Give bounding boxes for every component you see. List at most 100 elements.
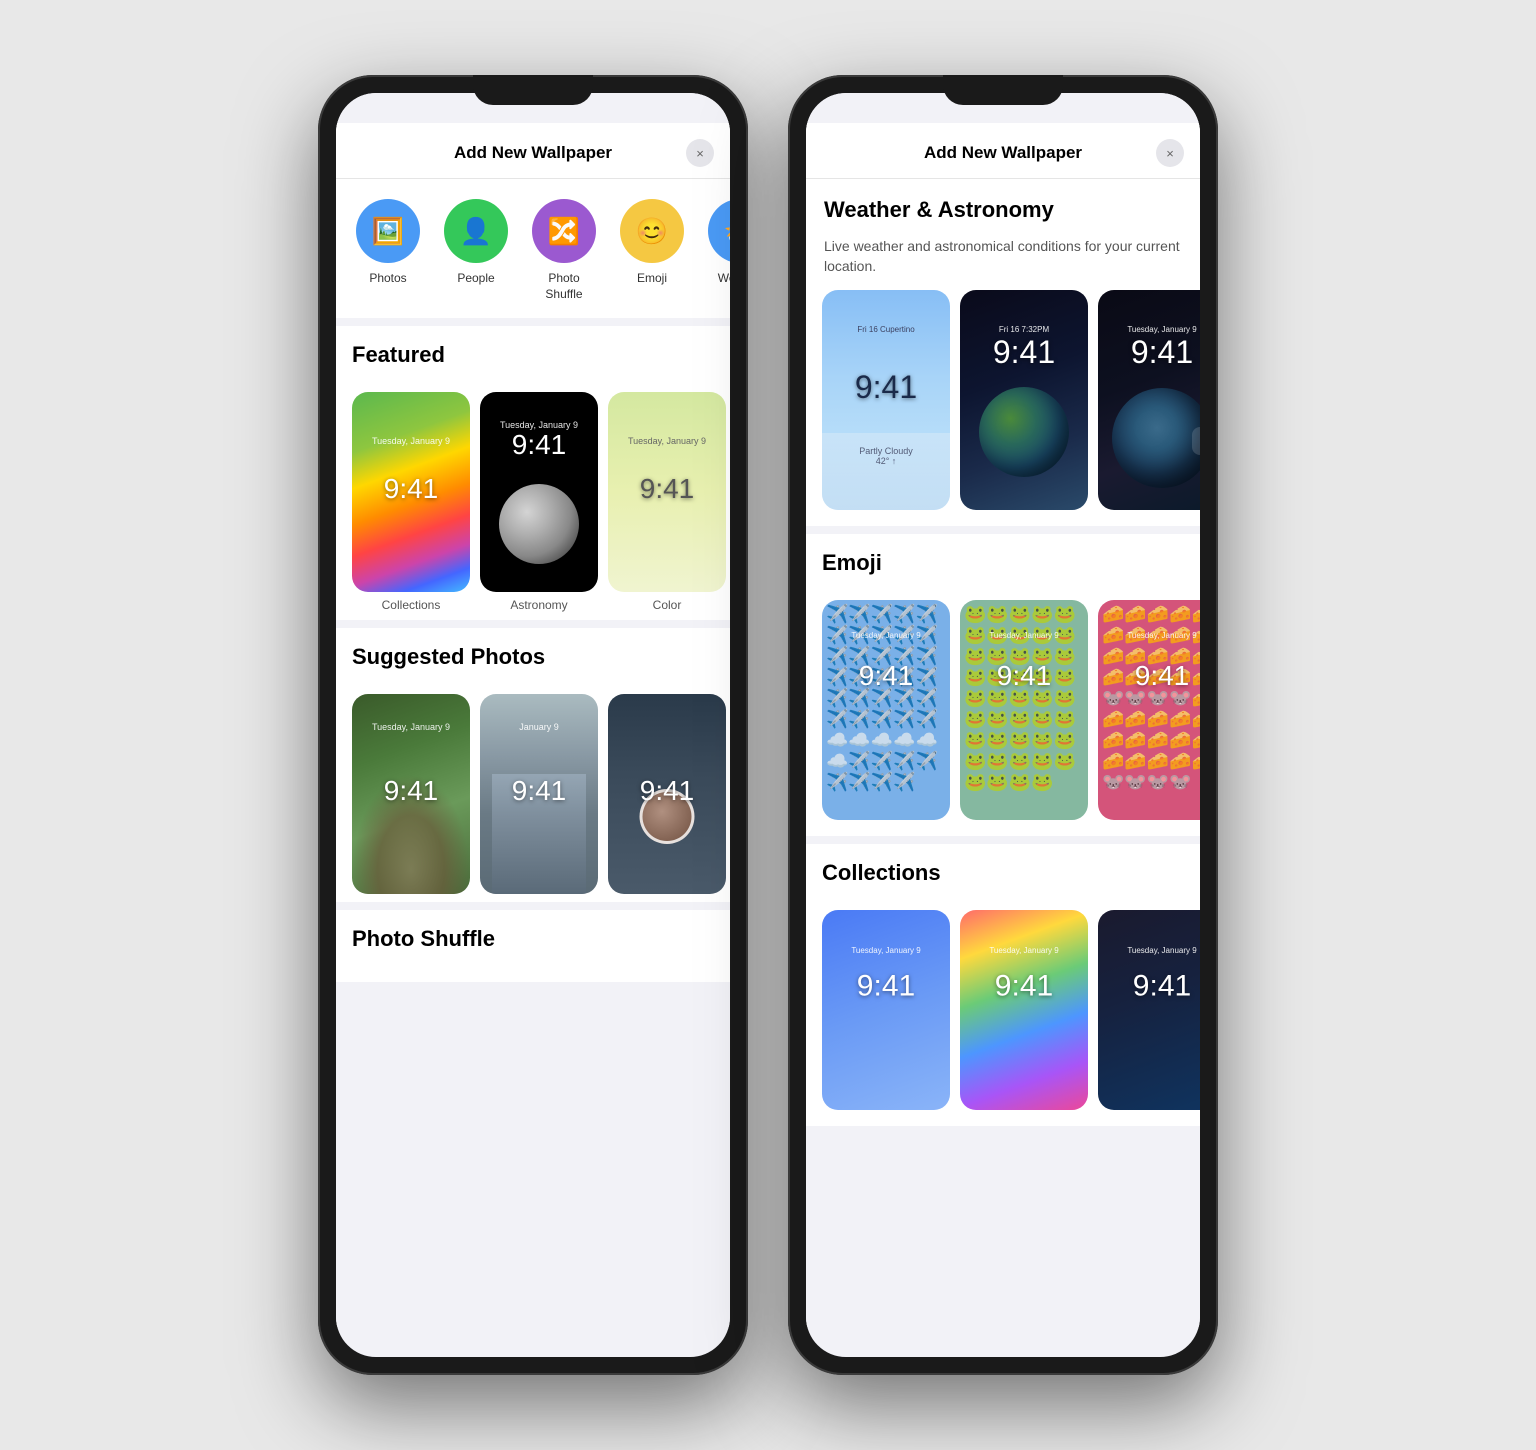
- emoji-label: Emoji: [637, 271, 667, 287]
- color-preview: Tuesday, January 9 9:41: [608, 392, 726, 592]
- weather-sky[interactable]: Fri 16 Cupertino 9:41 Partly Cloudy42° ↑: [822, 290, 950, 510]
- earth-time: 9:41: [993, 334, 1055, 371]
- sky-preview: Fri 16 Cupertino 9:41 Partly Cloudy42° ↑: [822, 290, 950, 510]
- weather-section-desc: Live weather and astronomical conditions…: [824, 237, 1182, 276]
- collection-dark[interactable]: Tuesday, January 9 9:41: [1098, 910, 1200, 1110]
- astronomy-preview: Tuesday, January 9 9:41: [480, 392, 598, 592]
- airplane-date: Tuesday, January 9: [851, 631, 920, 640]
- type-photo-shuffle[interactable]: 🔀 PhotoShuffle: [528, 199, 600, 302]
- earth2-time: 9:41: [1131, 334, 1193, 371]
- color-date: Tuesday, January 9: [628, 436, 706, 446]
- photos-label: Photos: [369, 271, 406, 287]
- featured-astronomy[interactable]: Tuesday, January 9 9:41 Astronomy: [480, 392, 598, 612]
- type-weather[interactable]: ⛅ Weath...: [704, 199, 730, 302]
- type-emoji[interactable]: 😊 Emoji: [616, 199, 688, 302]
- featured-color[interactable]: Tuesday, January 9 9:41 Color: [608, 392, 726, 612]
- cat-date: Tuesday, January 9: [372, 722, 450, 732]
- bottom-photo-shuffle: Photo Shuffle: [336, 910, 730, 982]
- type-people[interactable]: 👤 People: [440, 199, 512, 302]
- close-button-right[interactable]: ×: [1156, 139, 1184, 167]
- collections-preview: Tuesday, January 9 9:41: [352, 392, 470, 592]
- earth-preview: Fri 16 7:32PM 9:41: [960, 290, 1088, 510]
- astronomy-label: Astronomy: [510, 598, 567, 612]
- emoji-frog[interactable]: 🐸🐸🐸🐸🐸🐸🐸🐸🐸🐸🐸🐸🐸🐸🐸🐸🐸🐸🐸🐸🐸🐸🐸🐸🐸🐸🐸🐸🐸🐸🐸🐸🐸🐸🐸🐸🐸🐸🐸🐸…: [960, 600, 1088, 820]
- weather-section: Weather & Astronomy Live weather and ast…: [806, 179, 1200, 526]
- person-preview: 9:41: [608, 694, 726, 894]
- frog-time: 9:41: [997, 660, 1052, 692]
- rainbow-coll-date: Tuesday, January 9: [989, 946, 1058, 955]
- photo-shuffle-bottom-label: Photo Shuffle: [352, 926, 714, 952]
- cat-time: 9:41: [384, 775, 439, 807]
- earth2-preview: Tuesday, January 9 9:41 42°: [1098, 290, 1200, 510]
- collection-blue[interactable]: Tuesday, January 9 9:41: [822, 910, 950, 1110]
- weather-earth2[interactable]: Tuesday, January 9 9:41 42°: [1098, 290, 1200, 510]
- frog-date: Tuesday, January 9: [989, 631, 1058, 640]
- sky-date: Fri 16 Cupertino: [857, 325, 914, 334]
- rainbow-coll-time: 9:41: [995, 970, 1053, 1004]
- phone-notch: [473, 75, 593, 105]
- type-photos[interactable]: 🖼️ Photos: [352, 199, 424, 302]
- dark-collection-preview: Tuesday, January 9 9:41: [1098, 910, 1200, 1110]
- collections-section-title: Collections: [822, 860, 1184, 886]
- wallpaper-types-left: 🖼️ Photos 👤 People 🔀 PhotoShuffle: [336, 179, 730, 318]
- right-content-area[interactable]: Add New Wallpaper × Weather & Astronomy …: [806, 93, 1200, 1327]
- dark-coll-time: 9:41: [1133, 970, 1191, 1004]
- weather-type-icon: ⛅: [708, 199, 730, 263]
- building-time: 9:41: [512, 775, 567, 807]
- weather-previews: Fri 16 Cupertino 9:41 Partly Cloudy42° ↑…: [806, 290, 1200, 526]
- collections-time: 9:41: [384, 473, 439, 505]
- rainbow-collection-preview: Tuesday, January 9 9:41: [960, 910, 1088, 1110]
- weather-section-title: Weather & Astronomy: [824, 197, 1182, 223]
- person-time: 9:41: [640, 775, 695, 807]
- left-content-area[interactable]: Add New Wallpaper × 🖼️ Photos 👤 Peo: [336, 93, 730, 1327]
- collections-previews: Tuesday, January 9 9:41 Tuesday, January…: [806, 900, 1200, 1126]
- cheese-date: Tuesday, January 9: [1127, 631, 1196, 640]
- building-date: January 9: [519, 722, 559, 732]
- right-phone: Add New Wallpaper × Weather & Astronomy …: [788, 75, 1218, 1375]
- phone-notch-right: [943, 75, 1063, 105]
- people-icon: 👤: [444, 199, 508, 263]
- suggested-person[interactable]: 9:41: [608, 694, 726, 894]
- sheet-header-right: Add New Wallpaper ×: [806, 123, 1200, 179]
- weather-label: Weath...: [718, 271, 730, 287]
- emoji-cheese[interactable]: 🧀🧀🧀🧀🧀🧀🧀🧀🧀🧀🧀🧀🧀🧀🧀🧀🧀🧀🧀🧀🐭🐭🐭🐭🧀🧀🧀🧀🧀🧀🧀🧀🧀🧀🧀🧀🧀🧀🧀🧀…: [1098, 600, 1200, 820]
- left-phone: Add New Wallpaper × 🖼️ Photos 👤 Peo: [318, 75, 748, 1375]
- cheese-time: 9:41: [1135, 660, 1190, 692]
- photos-icon: 🖼️: [356, 199, 420, 263]
- color-time: 9:41: [640, 473, 695, 505]
- suggested-cat[interactable]: Tuesday, January 9 9:41: [352, 694, 470, 894]
- airplane-time: 9:41: [859, 660, 914, 692]
- airplane-preview: ✈️✈️✈️✈️✈️✈️✈️✈️✈️✈️✈️✈️✈️✈️✈️✈️✈️✈️✈️✈️…: [822, 600, 950, 820]
- suggested-title: Suggested Photos: [352, 644, 714, 670]
- photo-shuffle-label: PhotoShuffle: [545, 271, 582, 302]
- blue-coll-time: 9:41: [857, 970, 915, 1004]
- phone-screen-left: Add New Wallpaper × 🖼️ Photos 👤 Peo: [336, 93, 730, 1357]
- suggested-building[interactable]: January 9 9:41: [480, 694, 598, 894]
- sheet-title-right: Add New Wallpaper: [924, 143, 1082, 163]
- suggested-previews: Tuesday, January 9 9:41 January 9 9:41: [336, 684, 730, 902]
- emoji-previews: ✈️✈️✈️✈️✈️✈️✈️✈️✈️✈️✈️✈️✈️✈️✈️✈️✈️✈️✈️✈️…: [806, 590, 1200, 836]
- collections-label: Collections: [382, 598, 441, 612]
- emoji-airplane[interactable]: ✈️✈️✈️✈️✈️✈️✈️✈️✈️✈️✈️✈️✈️✈️✈️✈️✈️✈️✈️✈️…: [822, 600, 950, 820]
- blue-coll-date: Tuesday, January 9: [851, 946, 920, 955]
- collections-date: Tuesday, January 9: [372, 436, 450, 446]
- featured-collections[interactable]: Tuesday, January 9 9:41 Collections: [352, 392, 470, 612]
- blue-collection-preview: Tuesday, January 9 9:41: [822, 910, 950, 1110]
- photo-shuffle-icon: 🔀: [532, 199, 596, 263]
- emoji-section-title: Emoji: [822, 550, 1184, 576]
- collections-section: Collections Tuesday, January 9 9:41 Tues…: [806, 844, 1200, 1126]
- featured-previews: Tuesday, January 9 9:41 Collections Tues…: [336, 382, 730, 620]
- astronomy-time: 9:41: [512, 429, 567, 461]
- featured-title: Featured: [352, 342, 714, 368]
- phone-screen-right: Add New Wallpaper × Weather & Astronomy …: [806, 93, 1200, 1357]
- emoji-type-icon: 😊: [620, 199, 684, 263]
- sheet-header-left: Add New Wallpaper ×: [336, 123, 730, 179]
- close-button-left[interactable]: ×: [686, 139, 714, 167]
- color-label: Color: [653, 598, 682, 612]
- dark-coll-date: Tuesday, January 9: [1127, 946, 1196, 955]
- collection-rainbow[interactable]: Tuesday, January 9 9:41: [960, 910, 1088, 1110]
- building-preview: January 9 9:41: [480, 694, 598, 894]
- weather-earth[interactable]: Fri 16 7:32PM 9:41: [960, 290, 1088, 510]
- sheet-title-left: Add New Wallpaper: [454, 143, 612, 163]
- suggested-section: Suggested Photos Tuesday, January 9 9:41: [336, 628, 730, 902]
